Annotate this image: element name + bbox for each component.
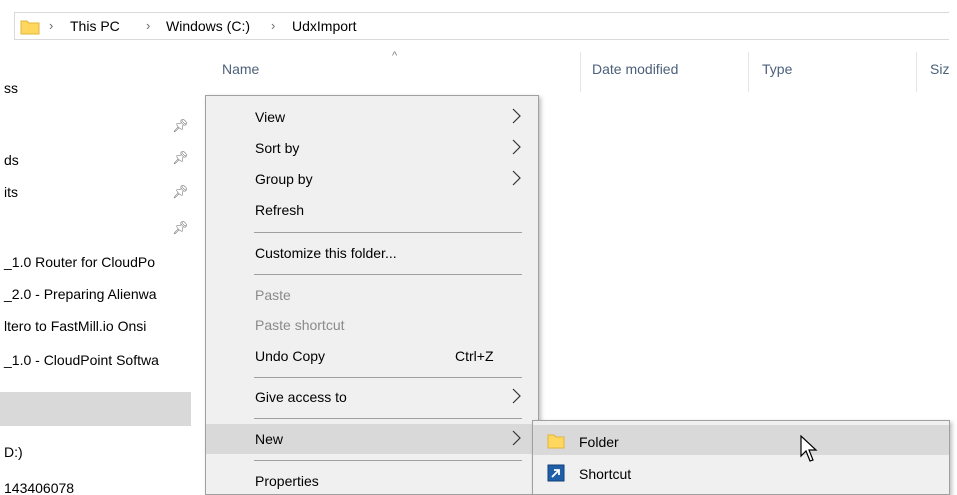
breadcrumb-separator-icon: › xyxy=(146,18,151,33)
breadcrumb-windows-c[interactable]: Windows (C:) xyxy=(166,18,250,34)
nav-item-drive[interactable]: D:) xyxy=(4,444,23,464)
nav-item[interactable]: ltero to FastMill.io Onsi xyxy=(4,318,146,338)
menu-separator xyxy=(254,274,522,275)
keyboard-shortcut: Ctrl+Z xyxy=(455,348,494,364)
nav-item[interactable]: its xyxy=(4,184,18,204)
breadcrumb-this-pc[interactable]: This PC xyxy=(70,18,120,34)
shortcut-icon xyxy=(547,464,565,482)
chevron-right-icon xyxy=(512,139,521,155)
new-submenu: Folder Shortcut xyxy=(532,420,950,495)
menu-item-label: Undo Copy xyxy=(255,348,326,364)
folder-icon xyxy=(547,434,565,449)
submenu-item-shortcut[interactable]: Shortcut xyxy=(533,457,949,487)
nav-item[interactable]: _2.0 - Preparing Alienwa xyxy=(4,286,157,306)
breadcrumb-separator-icon: › xyxy=(271,18,276,33)
menu-item-sort-by[interactable]: Sort by xyxy=(206,133,538,163)
navigation-pane[interactable]: ss 📌︎ ds 📌︎ its 📌︎ 📌︎ _1.0 Router for Cl… xyxy=(0,44,197,495)
menu-item-group-by[interactable]: Group by xyxy=(206,164,538,194)
menu-item-label: Customize this folder... xyxy=(255,245,397,261)
nav-item[interactable]: 143406078 xyxy=(4,480,74,495)
pin-icon: 📌︎ xyxy=(172,118,189,133)
chevron-right-icon xyxy=(512,108,521,124)
nav-item[interactable]: _1.0 - CloudPoint Softwa xyxy=(4,352,159,372)
menu-item-label: View xyxy=(255,109,286,125)
menu-item-label: Paste xyxy=(255,287,291,303)
menu-item-label: New xyxy=(255,431,284,447)
folder-icon xyxy=(20,20,40,35)
menu-item-new[interactable]: New xyxy=(206,424,538,454)
submenu-item-label: Folder xyxy=(579,434,619,450)
column-header-date-modified[interactable]: Date modified xyxy=(592,61,678,77)
nav-item[interactable]: _1.0 Router for CloudPo xyxy=(4,254,155,274)
column-divider[interactable] xyxy=(916,52,917,92)
nav-item[interactable]: ss xyxy=(4,80,18,100)
sort-ascending-icon: ^ xyxy=(392,50,398,62)
column-header-name[interactable]: Name xyxy=(222,61,259,77)
address-bar[interactable]: › This PC › Windows (C:) › UdxImport xyxy=(0,0,957,44)
menu-item-undo-copy[interactable]: Undo Copy Ctrl+Z xyxy=(206,341,538,371)
column-header-size[interactable]: Siz xyxy=(930,61,949,77)
chevron-right-icon xyxy=(512,170,521,186)
menu-item-view[interactable]: View xyxy=(206,102,538,132)
nav-item[interactable]: ds xyxy=(4,152,19,172)
mouse-cursor-icon xyxy=(800,435,818,462)
column-divider[interactable] xyxy=(748,52,749,92)
menu-separator xyxy=(254,232,522,233)
submenu-item-label: Shortcut xyxy=(579,466,632,482)
column-divider[interactable] xyxy=(580,52,581,92)
menu-item-properties[interactable]: Properties xyxy=(206,466,538,495)
pin-icon: 📌︎ xyxy=(172,184,189,199)
menu-item-paste: Paste xyxy=(206,280,538,310)
menu-separator xyxy=(254,418,522,419)
menu-item-customize-folder[interactable]: Customize this folder... xyxy=(206,238,538,268)
address-box[interactable] xyxy=(14,12,949,40)
menu-item-label: Give access to xyxy=(255,389,347,405)
menu-item-label: Group by xyxy=(255,171,313,187)
breadcrumb-separator-icon: › xyxy=(49,18,54,33)
pin-icon: 📌︎ xyxy=(172,220,189,235)
nav-item-selected[interactable] xyxy=(0,392,191,426)
submenu-item-folder[interactable]: Folder xyxy=(533,425,949,455)
menu-item-label: Refresh xyxy=(255,202,305,218)
breadcrumb-udximport[interactable]: UdxImport xyxy=(292,18,357,34)
menu-item-refresh[interactable]: Refresh xyxy=(206,195,538,225)
chevron-right-icon xyxy=(512,388,521,404)
menu-item-paste-shortcut: Paste shortcut xyxy=(206,310,538,340)
context-menu: View Sort by Group by Refresh Customize … xyxy=(205,95,539,495)
pin-icon: 📌︎ xyxy=(172,150,189,165)
menu-separator xyxy=(254,460,522,461)
menu-separator xyxy=(254,377,522,378)
menu-item-label: Paste shortcut xyxy=(255,317,345,333)
column-header-type[interactable]: Type xyxy=(762,61,792,77)
menu-item-label: Sort by xyxy=(255,140,300,156)
menu-item-give-access[interactable]: Give access to xyxy=(206,382,538,412)
menu-item-label: Properties xyxy=(255,473,319,489)
chevron-right-icon xyxy=(512,430,521,446)
